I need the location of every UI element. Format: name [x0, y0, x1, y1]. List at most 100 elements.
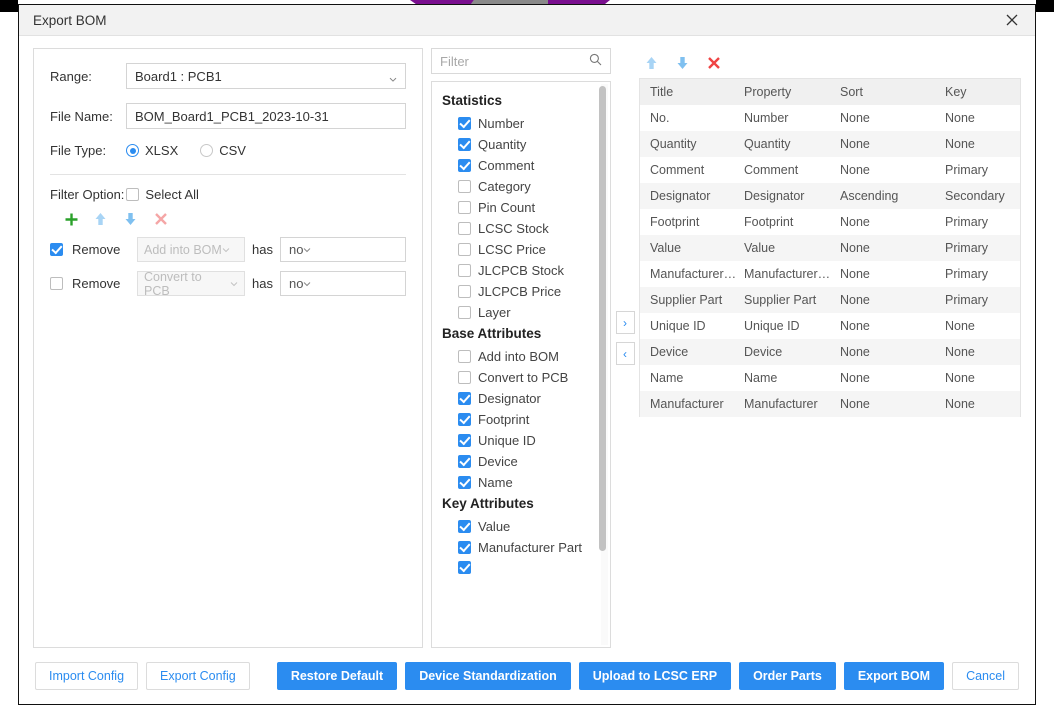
order-parts-button[interactable]: Order Parts — [739, 662, 836, 690]
table-row[interactable]: Device Device None None — [640, 339, 1020, 365]
attribute-checkbox[interactable] — [458, 285, 471, 298]
attribute-item-device[interactable]: Device — [432, 451, 610, 472]
cell-title: Designator — [650, 189, 711, 203]
search-icon — [589, 53, 602, 69]
attribute-item-jlcpcb-price[interactable]: JLCPCB Price — [432, 281, 610, 302]
filter-rule-property-select: Add into BOM — [137, 237, 245, 262]
attribute-checkbox[interactable] — [458, 117, 471, 130]
attribute-item-pin-count[interactable]: Pin Count — [432, 197, 610, 218]
file-name-input[interactable]: BOM_Board1_PCB1_2023-10-31 — [126, 103, 406, 129]
attribute-item-convert-to-pcb[interactable]: Convert to PCB — [432, 367, 610, 388]
table-row[interactable]: Manufacturer Manufacturer None None — [640, 391, 1020, 417]
attribute-checkbox[interactable] — [458, 434, 471, 447]
move-down-icon[interactable] — [676, 56, 691, 71]
attribute-checkbox[interactable] — [458, 243, 471, 256]
attribute-checkbox[interactable] — [458, 520, 471, 533]
attribute-list-scrollbar-thumb[interactable] — [599, 86, 606, 551]
file-type-xlsx[interactable]: XLSX — [126, 143, 178, 158]
attribute-label: Manufacturer Part — [478, 540, 583, 555]
table-row[interactable]: Unique ID Unique ID None None — [640, 313, 1020, 339]
attribute-filter-bar[interactable]: Filter — [431, 48, 611, 74]
restore-default-button[interactable]: Restore Default — [276, 662, 398, 690]
column-header-title[interactable]: Title — [640, 85, 744, 99]
attribute-item-name[interactable]: Name — [432, 472, 610, 493]
attribute-item-category[interactable]: Category — [432, 176, 610, 197]
upload-to-lcsc-erp-button[interactable]: Upload to LCSC ERP — [578, 662, 732, 690]
attribute-checkbox[interactable] — [458, 350, 471, 363]
file-type-csv[interactable]: CSV — [200, 143, 246, 158]
attribute-item-unique-id[interactable]: Unique ID — [432, 430, 610, 451]
attribute-checkbox[interactable] — [458, 371, 471, 384]
attribute-item-add-into-bom[interactable]: Add into BOM — [432, 346, 610, 367]
attribute-item-lcsc-price[interactable]: LCSC Price — [432, 239, 610, 260]
column-header-sort[interactable]: Sort — [840, 85, 945, 99]
add-icon[interactable] — [64, 212, 79, 227]
close-icon[interactable] — [999, 8, 1025, 32]
table-row[interactable]: Manufacturer… Manufacturer… None Primary — [640, 261, 1020, 287]
filter-rule-property-select: Convert to PCB — [137, 270, 245, 298]
attribute-label: Unique ID — [478, 433, 536, 448]
attribute-item-lcsc-stock[interactable]: LCSC Stock — [432, 218, 610, 239]
filter-rule-checkbox[interactable] — [50, 277, 63, 290]
move-left-button[interactable]: ‹ — [615, 342, 635, 365]
table-row[interactable]: Supplier Part Supplier Part None Primary — [640, 287, 1020, 313]
attribute-checkbox[interactable] — [458, 180, 471, 193]
table-row[interactable]: Name Name None None — [640, 365, 1020, 391]
attribute-checkbox[interactable] — [458, 561, 471, 574]
export-bom-button[interactable]: Export BOM — [843, 662, 945, 690]
attribute-label: Pin Count — [478, 200, 536, 215]
attribute-checkbox[interactable] — [458, 306, 471, 319]
attribute-checkbox[interactable] — [458, 455, 471, 468]
table-row[interactable]: Comment Comment None Primary — [640, 157, 1020, 183]
attribute-checkbox[interactable] — [458, 476, 471, 489]
filter-rule-value-select[interactable]: no — [279, 271, 406, 296]
attribute-checkbox[interactable] — [458, 159, 471, 172]
dialog-footer: Import Config Export Config Restore Defa… — [19, 648, 1035, 704]
select-all-checkbox[interactable] — [126, 188, 140, 201]
attribute-item-jlcpcb-stock[interactable]: JLCPCB Stock — [432, 260, 610, 281]
attribute-item-value[interactable]: Value — [432, 516, 610, 537]
range-select[interactable]: Board1 : PCB1 — [126, 63, 406, 89]
delete-icon[interactable] — [707, 56, 722, 71]
delete-icon[interactable] — [154, 212, 169, 227]
attribute-item-partial[interactable] — [432, 558, 610, 577]
filter-rule-checkbox[interactable] — [50, 243, 63, 256]
move-up-icon[interactable] — [645, 56, 660, 71]
import-config-button[interactable]: Import Config — [35, 662, 139, 690]
chevron-down-icon — [303, 242, 311, 257]
attribute-checkbox[interactable] — [458, 392, 471, 405]
attribute-list-scrollbar-track[interactable] — [599, 84, 608, 645]
move-down-icon[interactable] — [124, 212, 139, 227]
attribute-label: LCSC Stock — [478, 221, 549, 236]
move-right-button[interactable]: › — [615, 311, 635, 334]
attribute-item-quantity[interactable]: Quantity — [432, 134, 610, 155]
attribute-checkbox[interactable] — [458, 138, 471, 151]
attribute-item-designator[interactable]: Designator — [432, 388, 610, 409]
cancel-button[interactable]: Cancel — [952, 662, 1019, 690]
column-header-property[interactable]: Property — [744, 85, 840, 99]
attributes-panel: Filter Statistics Number Quantity Commen… — [431, 48, 611, 648]
table-row[interactable]: Value Value None Primary — [640, 235, 1020, 261]
attribute-item-footprint[interactable]: Footprint — [432, 409, 610, 430]
attribute-checkbox[interactable] — [458, 222, 471, 235]
filter-rule-value-select[interactable]: no — [279, 237, 406, 262]
move-up-icon[interactable] — [94, 212, 109, 227]
table-row[interactable]: No. Number None None — [640, 105, 1020, 131]
table-row[interactable]: Designator Designator Ascending Secondar… — [640, 183, 1020, 209]
attribute-checkbox[interactable] — [458, 541, 471, 554]
attribute-checkbox[interactable] — [458, 264, 471, 277]
device-standardization-button[interactable]: Device Standardization — [405, 662, 571, 690]
attribute-item-manufacturer-part[interactable]: Manufacturer Part — [432, 537, 610, 558]
table-row[interactable]: Quantity Quantity None None — [640, 131, 1020, 157]
column-header-key[interactable]: Key — [945, 85, 1020, 99]
attribute-checkbox[interactable] — [458, 201, 471, 214]
settings-panel: Range: Board1 : PCB1 File Name: BOM_Boar… — [33, 48, 423, 648]
table-row[interactable]: Footprint Footprint None Primary — [640, 209, 1020, 235]
attribute-item-number[interactable]: Number — [432, 113, 610, 134]
cell-property: Value — [744, 241, 776, 255]
attribute-filter-input[interactable]: Filter — [440, 54, 589, 69]
attribute-item-layer[interactable]: Layer — [432, 302, 610, 323]
attribute-item-comment[interactable]: Comment — [432, 155, 610, 176]
attribute-checkbox[interactable] — [458, 413, 471, 426]
export-config-button[interactable]: Export Config — [146, 662, 250, 690]
